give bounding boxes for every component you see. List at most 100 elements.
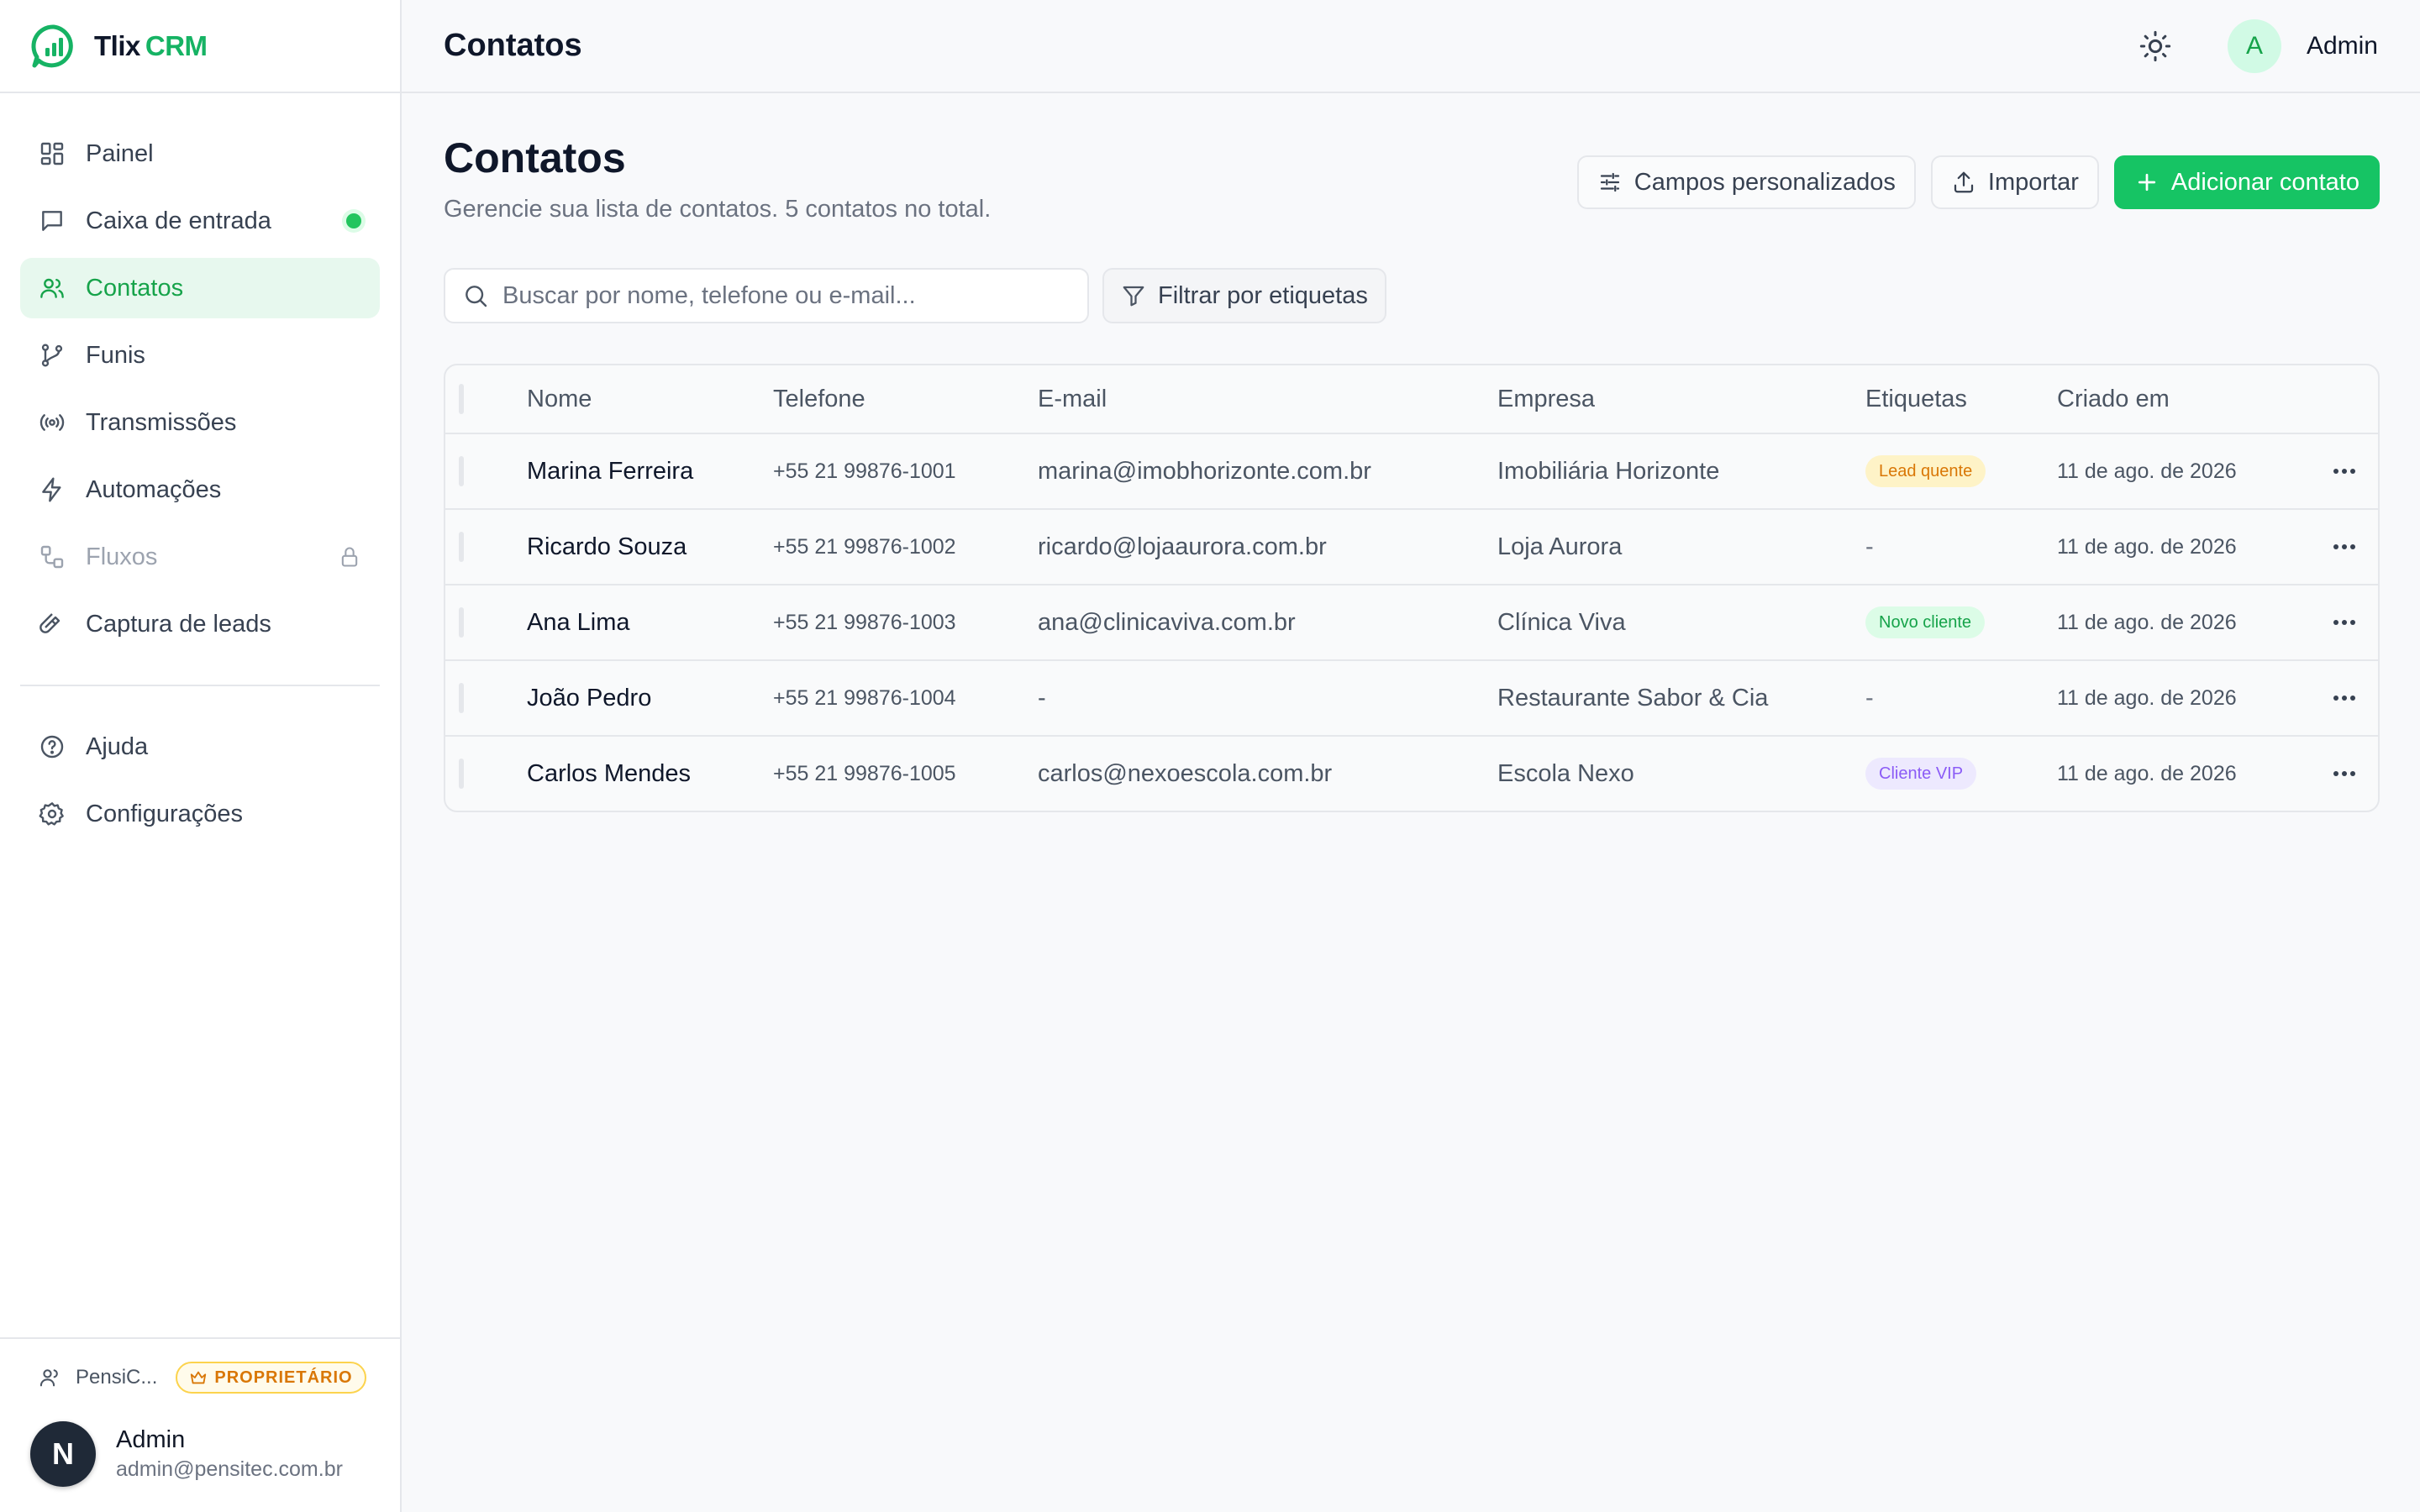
contact-phone: +55 21 99876-1003 <box>773 610 956 634</box>
upload-icon <box>1951 170 1976 195</box>
column-header-phone[interactable]: Telefone <box>773 365 865 433</box>
contact-phone: +55 21 99876-1004 <box>773 685 956 710</box>
sliders-icon <box>1597 170 1623 195</box>
drag-handle[interactable] <box>459 532 464 562</box>
sidebar-item-label: Captura de leads <box>86 610 271 638</box>
row-menu-button[interactable] <box>2328 434 2361 508</box>
contact-created: 11 de ago. de 2026 <box>2057 610 2237 634</box>
contact-name[interactable]: João Pedro <box>527 661 651 735</box>
org-switcher[interactable]: PensiC... PROPRIETÁRIO <box>39 1359 370 1396</box>
lock-icon <box>338 545 361 569</box>
contact-email: marina@imobhorizonte.com.br <box>1038 457 1371 485</box>
gear-icon <box>39 801 66 827</box>
drag-handle[interactable] <box>459 759 464 789</box>
custom-fields-button[interactable]: Campos personalizados <box>1576 155 1916 209</box>
contact-company: Escola Nexo <box>1497 759 1634 787</box>
more-horizontal-icon <box>2332 694 2357 702</box>
more-horizontal-icon <box>2332 543 2357 551</box>
main-content: Contatos Gerencie sua lista de contatos.… <box>444 93 2380 812</box>
table-row[interactable]: Carlos Mendes +55 21 99876-1005 carlos@n… <box>445 735 2378 811</box>
drag-handle[interactable] <box>459 607 464 638</box>
import-button[interactable]: Importar <box>1930 155 2099 209</box>
row-menu-button[interactable] <box>2328 585 2361 659</box>
contact-name[interactable]: Carlos Mendes <box>527 737 691 811</box>
sidebar-item-label: Contatos <box>86 274 184 302</box>
contact-email: ricardo@lojaaurora.com.br <box>1038 533 1327 560</box>
column-header-created[interactable]: Criado em <box>2057 365 2170 433</box>
contact-phone: +55 21 99876-1005 <box>773 761 956 785</box>
table-header: Nome Telefone E-mail Empresa Etiquetas C… <box>445 365 2378 433</box>
table-row[interactable]: João Pedro +55 21 99876-1004 - Restauran… <box>445 659 2378 735</box>
sidebar-item-label: Automações <box>86 475 222 503</box>
table-row[interactable]: Ana Lima +55 21 99876-1003 ana@clinicavi… <box>445 584 2378 659</box>
contact-name[interactable]: Ana Lima <box>527 585 630 659</box>
contact-email: - <box>1038 684 1046 711</box>
workflow-icon <box>39 543 66 570</box>
drag-handle <box>459 384 464 414</box>
avatar: N <box>30 1421 96 1487</box>
more-horizontal-icon <box>2332 618 2357 627</box>
sidebar-item-label: Caixa de entrada <box>86 207 271 234</box>
topbar-title: Contatos <box>444 28 582 63</box>
column-header-name[interactable]: Nome <box>527 365 592 433</box>
magnet-icon <box>39 611 66 638</box>
logo-icon <box>30 23 77 70</box>
broadcast-icon <box>39 409 66 436</box>
contact-company: Clínica Viva <box>1497 608 1626 636</box>
sidebar-item-configuracoes[interactable]: Configurações <box>20 784 380 844</box>
contact-company: Restaurante Sabor & Cia <box>1497 684 1769 711</box>
filter-tags-button[interactable]: Filtrar por etiquetas <box>1102 268 1386 323</box>
row-menu-button[interactable] <box>2328 661 2361 735</box>
contact-email: carlos@nexoescola.com.br <box>1038 759 1333 787</box>
sidebar-item-captura-de-leads[interactable]: Captura de leads <box>20 594 380 654</box>
filters-bar: Filtrar por etiquetas <box>444 268 2380 323</box>
user-menu[interactable]: Admin <box>2307 32 2378 60</box>
row-menu-button[interactable] <box>2328 737 2361 811</box>
drag-handle[interactable] <box>459 683 464 713</box>
user-icon <box>39 1366 62 1389</box>
sidebar-item-label: Ajuda <box>86 732 149 760</box>
table-row[interactable]: Marina Ferreira +55 21 99876-1001 marina… <box>445 433 2378 508</box>
sidebar-item-funis[interactable]: Funis <box>20 325 380 386</box>
search-input[interactable] <box>502 281 1071 310</box>
column-header-email[interactable]: E-mail <box>1038 365 1107 433</box>
sidebar-item-transmissoes[interactable]: Transmissões <box>20 392 380 453</box>
contact-name[interactable]: Marina Ferreira <box>527 434 693 508</box>
page-subtitle: Gerencie sua lista de contatos. 5 contat… <box>444 196 992 223</box>
current-user[interactable]: N Admin admin@pensitec.com.br <box>30 1421 370 1487</box>
brand[interactable]: Tlix CRM <box>0 0 400 93</box>
filter-icon <box>1121 283 1146 308</box>
add-contact-button[interactable]: Adicionar contato <box>2113 155 2380 209</box>
more-horizontal-icon <box>2332 467 2357 475</box>
table-row[interactable]: Ricardo Souza +55 21 99876-1002 ricardo@… <box>445 508 2378 584</box>
sidebar-item-painel[interactable]: Painel <box>20 123 380 184</box>
drag-handle[interactable] <box>459 456 464 486</box>
tag-badge: Cliente VIP <box>1865 758 1977 790</box>
status-dot <box>346 213 361 228</box>
contact-created: 11 de ago. de 2026 <box>2057 685 2237 710</box>
contact-name[interactable]: Ricardo Souza <box>527 510 687 584</box>
contact-company: Imobiliária Horizonte <box>1497 457 1720 485</box>
contact-company: Loja Aurora <box>1497 533 1623 560</box>
topbar: Contatos A Admin <box>402 0 2420 93</box>
avatar[interactable]: A <box>2227 18 2281 73</box>
theme-toggle-sun-icon[interactable] <box>2139 29 2172 63</box>
row-menu-button[interactable] <box>2328 510 2361 584</box>
sidebar-item-automacoes[interactable]: Automações <box>20 459 380 520</box>
column-header-company[interactable]: Empresa <box>1497 365 1595 433</box>
tag-badge: Novo cliente <box>1865 606 1986 638</box>
sidebar-item-fluxos[interactable]: Fluxos <box>20 527 380 587</box>
user-email: admin@pensitec.com.br <box>116 1457 343 1481</box>
column-header-tags[interactable]: Etiquetas <box>1865 365 1967 433</box>
sidebar-item-contatos[interactable]: Contatos <box>20 258 380 318</box>
contact-created: 11 de ago. de 2026 <box>2057 761 2237 785</box>
sidebar-nav: Painel Caixa de entrada Contatos Funis T… <box>0 93 400 844</box>
sidebar-item-caixa-de-entrada[interactable]: Caixa de entrada <box>20 191 380 251</box>
plus-icon <box>2134 170 2160 195</box>
git-branch-icon <box>39 342 66 369</box>
tag-empty: - <box>1865 684 1874 711</box>
message-icon <box>39 207 66 234</box>
tag-badge: Lead quente <box>1865 455 1986 487</box>
users-icon <box>39 275 66 302</box>
sidebar-item-ajuda[interactable]: Ajuda <box>20 717 380 777</box>
